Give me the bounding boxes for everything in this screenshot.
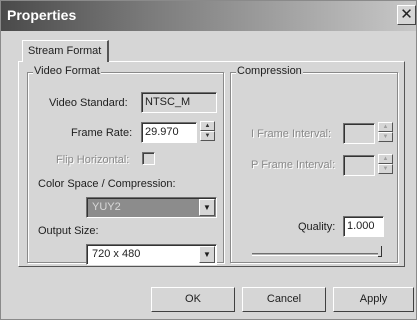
apply-label: Apply — [359, 293, 388, 305]
apply-button[interactable]: Apply — [333, 287, 414, 312]
ok-button[interactable]: OK — [151, 287, 235, 312]
close-icon: ✕ — [400, 6, 413, 23]
down-arrow-icon[interactable]: ▼ — [378, 132, 393, 142]
quality-slider-thumb[interactable] — [378, 246, 382, 257]
flip-horizontal-checkbox[interactable] — [142, 152, 155, 165]
frame-rate-spinner[interactable]: ▲ ▼ — [200, 121, 215, 142]
chevron-down-icon[interactable]: ▼ — [199, 199, 215, 216]
quality-slider-track[interactable] — [252, 253, 382, 256]
close-button[interactable]: ✕ — [397, 5, 416, 25]
chevron-down-icon[interactable]: ▼ — [199, 246, 215, 263]
p-frame-interval-label: P Frame Interval: — [251, 159, 336, 171]
output-size-select[interactable]: 720 x 480 ▼ — [86, 244, 217, 265]
color-space-select[interactable]: YUY2 ▼ — [86, 197, 217, 218]
quality-input[interactable]: 1.000 — [343, 216, 384, 237]
video-standard-value: NTSC_M — [145, 96, 191, 108]
video-standard-label: Video Standard: — [49, 97, 128, 109]
up-arrow-icon[interactable]: ▲ — [200, 121, 215, 131]
i-frame-interval-label: I Frame Interval: — [251, 128, 332, 140]
frame-rate-input[interactable]: 29.970 — [141, 122, 197, 143]
flip-horizontal-label: Flip Horizontal: — [56, 154, 130, 166]
frame-rate-value: 29.970 — [145, 126, 179, 138]
color-space-value: YUY2 — [92, 201, 121, 213]
output-size-label: Output Size: — [38, 225, 99, 237]
p-frame-spinner[interactable]: ▲ ▼ — [378, 154, 393, 175]
up-arrow-icon[interactable]: ▲ — [378, 154, 393, 164]
up-arrow-icon[interactable]: ▲ — [378, 122, 393, 132]
video-format-title: Video Format — [33, 65, 101, 77]
p-frame-interval-input[interactable] — [343, 155, 375, 176]
i-frame-spinner[interactable]: ▲ ▼ — [378, 122, 393, 143]
tab-label: Stream Format — [28, 45, 102, 57]
color-space-label: Color Space / Compression: — [38, 178, 176, 190]
output-size-value: 720 x 480 — [92, 248, 141, 260]
down-arrow-icon[interactable]: ▼ — [378, 164, 393, 174]
i-frame-interval-input[interactable] — [343, 123, 375, 144]
tab-stream-format[interactable]: Stream Format — [22, 40, 109, 62]
title-bar[interactable]: Properties ✕ — [1, 1, 416, 31]
ok-label: OK — [185, 293, 201, 305]
compression-title: Compression — [236, 65, 303, 77]
quality-label: Quality: — [298, 221, 336, 233]
cancel-label: Cancel — [266, 293, 302, 305]
frame-rate-label: Frame Rate: — [71, 127, 133, 139]
quality-value: 1.000 — [347, 220, 375, 232]
down-arrow-icon[interactable]: ▼ — [200, 131, 215, 141]
window-title: Properties — [7, 7, 77, 23]
video-standard-field: NTSC_M — [141, 92, 217, 113]
cancel-button[interactable]: Cancel — [242, 287, 326, 312]
